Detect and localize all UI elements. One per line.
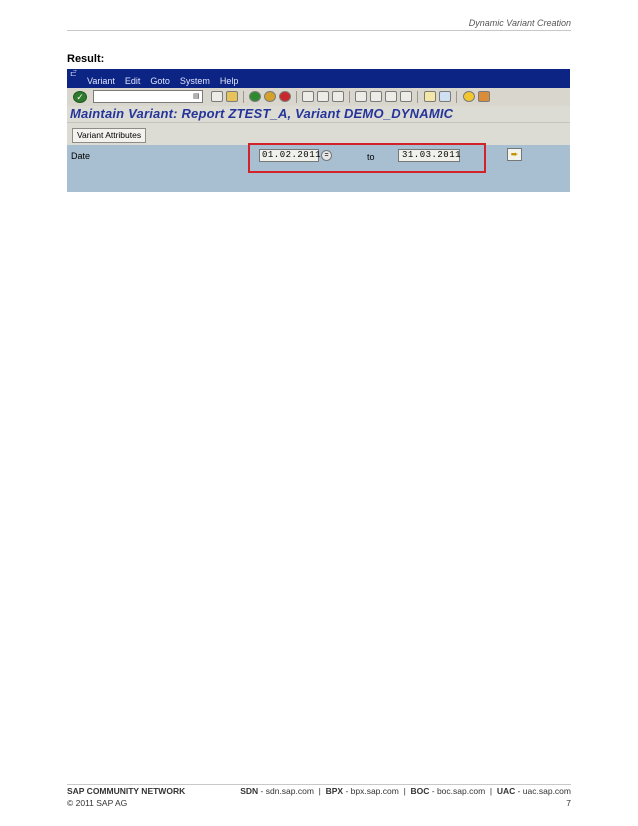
print-icon[interactable]: [302, 91, 314, 102]
date-label: Date: [71, 151, 91, 161]
toolbar-separator: [243, 91, 244, 103]
footer-copyright: © 2011 SAP AG: [67, 798, 128, 808]
footer-link-url[interactable]: sdn.sap.com: [266, 786, 314, 796]
find-next-icon[interactable]: [332, 91, 344, 102]
next-page-icon[interactable]: [385, 91, 397, 102]
header-divider: [67, 30, 571, 31]
document-header-title: Dynamic Variant Creation: [468, 18, 571, 28]
footer-links: SDN - sdn.sap.com | BPX - bpx.sap.com | …: [240, 786, 571, 796]
first-page-icon[interactable]: [355, 91, 367, 102]
find-icon[interactable]: [317, 91, 329, 102]
selection-screen: Date 01.02.2011 = to 31.03.2011 ➨: [67, 143, 570, 192]
exit-icon[interactable]: [264, 91, 276, 102]
sap-title-bar: Maintain Variant: Report ZTEST_A, Varian…: [67, 106, 570, 122]
multiple-selection-arrow-icon[interactable]: ➨: [507, 148, 522, 161]
back-small-icon[interactable]: [211, 91, 223, 102]
shortcut-icon[interactable]: [439, 91, 451, 102]
menu-help[interactable]: Help: [220, 76, 239, 86]
window-menu-icon[interactable]: ⊏⃗: [70, 70, 77, 78]
footer-link-label: BPX: [325, 786, 344, 796]
check-icon[interactable]: ✓: [73, 91, 87, 103]
footer-link-url[interactable]: uac.sap.com: [523, 786, 571, 796]
toolbar-separator: [349, 91, 350, 103]
result-label: Result:: [67, 53, 105, 65]
page-number: 7: [566, 798, 571, 808]
sap-screenshot: ⊏⃗ Variant Edit Goto System Help ✓ ▤ Mai…: [67, 69, 570, 192]
footer-divider: [67, 784, 571, 785]
screen-title: Maintain Variant: Report ZTEST_A, Varian…: [70, 106, 454, 121]
previous-page-icon[interactable]: [370, 91, 382, 102]
highlight-box: [248, 143, 486, 173]
command-field[interactable]: [93, 90, 203, 103]
sap-menubar: ⊏⃗ Variant Edit Goto System Help: [67, 69, 570, 88]
footer-link-url[interactable]: boc.sap.com: [437, 786, 485, 796]
toolbar-separator: [417, 91, 418, 103]
menu-variant[interactable]: Variant: [87, 76, 115, 86]
footer-link-label: UAC: [496, 786, 516, 796]
toolbar-separator: [296, 91, 297, 103]
footer-link-label: BOC: [410, 786, 430, 796]
footer-network: SAP COMMUNITY NETWORK: [67, 786, 186, 796]
menu-system[interactable]: System: [180, 76, 210, 86]
variant-attributes-button[interactable]: Variant Attributes: [72, 128, 147, 143]
menu-goto[interactable]: Goto: [150, 76, 170, 86]
back-icon[interactable]: [249, 91, 261, 102]
sap-standard-toolbar: ✓ ▤: [67, 88, 570, 107]
menu-edit[interactable]: Edit: [125, 76, 141, 86]
toolbar-separator: [456, 91, 457, 103]
layout-menu-icon[interactable]: [478, 91, 490, 102]
new-session-icon[interactable]: [424, 91, 436, 102]
help-icon[interactable]: [463, 91, 475, 102]
cancel-icon[interactable]: [279, 91, 291, 102]
footer-link-url[interactable]: bpx.sap.com: [351, 786, 399, 796]
save-icon[interactable]: [226, 91, 238, 102]
footer-link-label: SDN: [240, 786, 259, 796]
command-dropdown-icon[interactable]: ▤: [193, 92, 200, 100]
last-page-icon[interactable]: [400, 91, 412, 102]
